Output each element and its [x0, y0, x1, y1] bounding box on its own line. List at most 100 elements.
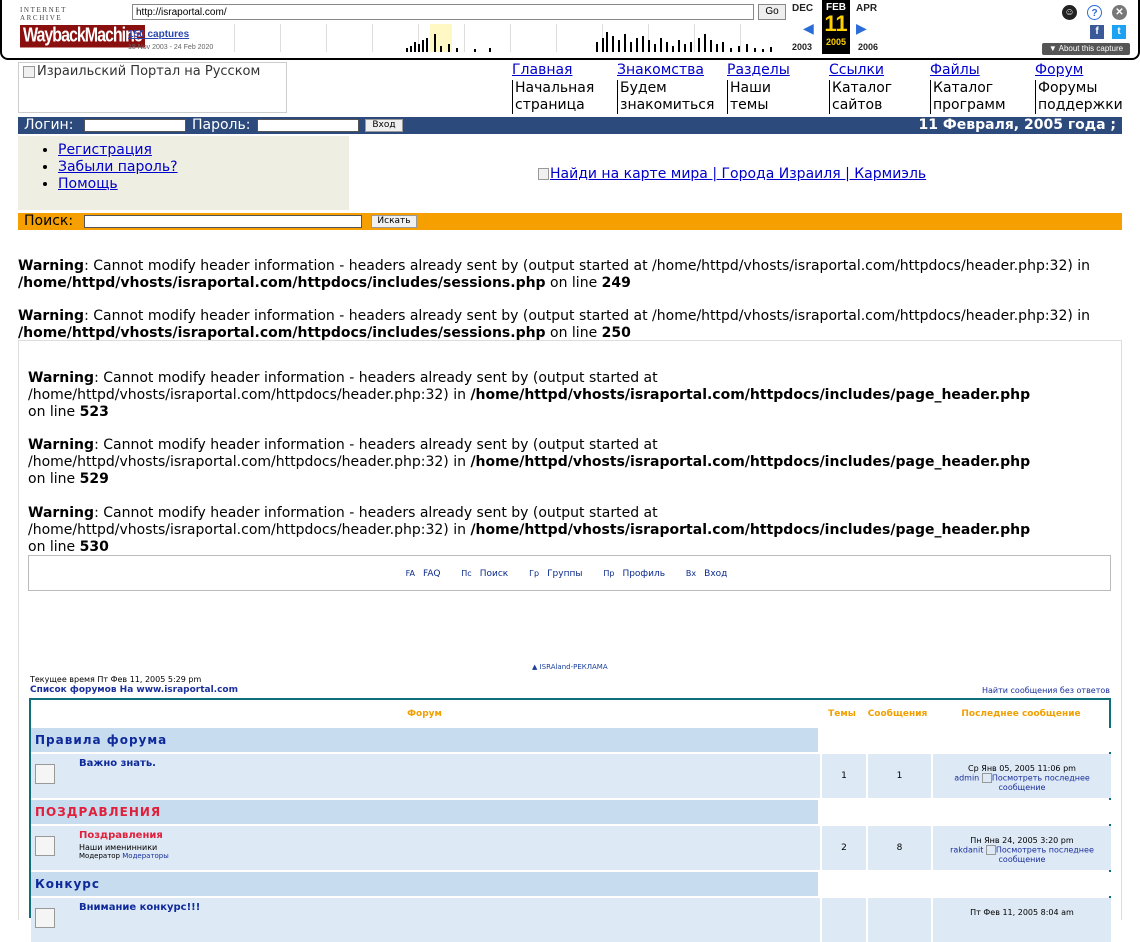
last-post-user[interactable]: rakdanit [950, 846, 983, 855]
sparkline-bar [754, 48, 756, 52]
twitter-icon[interactable]: t [1112, 25, 1126, 39]
forum-title[interactable]: Поздравления [79, 830, 163, 841]
sparkline-bar [406, 48, 408, 52]
sparkline-bar [642, 36, 644, 52]
nav-link-home[interactable]: Главная [512, 62, 594, 78]
warning-message: Warning: Cannot modify header informatio… [28, 437, 1113, 488]
category-spacer [820, 728, 1111, 752]
sparkline-separator [326, 24, 327, 52]
forgot-password-link[interactable]: Забыли пароль? [58, 159, 178, 175]
user-icon[interactable]: ☺ [1062, 5, 1077, 20]
moderator-link[interactable]: Модераторы [122, 852, 169, 860]
nav-link-forum[interactable]: Форум [1035, 62, 1123, 78]
nav-link-links[interactable]: Ссылки [829, 62, 892, 78]
sparkline-separator [464, 24, 465, 52]
banner-link[interactable]: Найди на карте мира | Города Израиля | К… [538, 166, 926, 182]
help-icon[interactable]: ? [1087, 5, 1102, 20]
wayback-go-button[interactable]: Go [758, 4, 786, 20]
sparkline-bar [636, 38, 638, 52]
about-capture-button[interactable]: ▼ About this capture [1042, 43, 1130, 55]
forum-moderator: Модератор Модераторы [79, 852, 169, 860]
profile-icon: Пр [603, 569, 615, 578]
sparkline-bar [602, 38, 604, 52]
wayback-machine-wordmark: WaybackMachine [20, 25, 145, 48]
warning-path: /home/httpd/vhosts/israportal.com/httpdo… [28, 522, 466, 538]
facebook-icon[interactable]: f [1090, 25, 1104, 39]
sparkline-bar [474, 49, 476, 52]
category-greetings[interactable]: ПОЗДРАВЛЕНИЯ [31, 800, 818, 824]
nav-sections: Разделы Наши темы [727, 62, 790, 114]
current-capture-date: FEB 11 2005 [822, 0, 850, 54]
last-post: Пн Янв 24, 2005 3:20 pm rakdanit Посмотр… [931, 826, 1111, 870]
warning-label: Warning [28, 370, 95, 386]
help-link[interactable]: Помощь [58, 176, 118, 192]
forum-index-link[interactable]: Список форумов На www.israportal.com [30, 685, 238, 695]
nav-link-sections[interactable]: Разделы [727, 62, 790, 78]
sparkline-bar [440, 46, 442, 52]
search-link[interactable]: Пс Поиск [461, 569, 514, 579]
sparkline-separator [234, 24, 235, 52]
captures-range: 18 Nov 2003 - 24 Feb 2020 [128, 44, 214, 51]
sparkline-bar [660, 38, 662, 52]
last-post-link[interactable]: Посмотреть последнее сообщение [992, 774, 1090, 793]
posts-count: 8 [866, 826, 931, 870]
wayback-logo[interactable]: INTERNET ARCHIVE WaybackMachine [20, 6, 145, 48]
category-rules[interactable]: Правила форума [31, 728, 818, 752]
wayback-url-input[interactable] [132, 4, 754, 20]
profile-link[interactable]: Пр Профиль [603, 569, 671, 579]
login-link[interactable]: Вх Вход [686, 569, 733, 579]
login-bar: Логин: Пароль: Вход 11 Февраля, 2005 год… [18, 117, 1122, 134]
last-post-link[interactable]: Посмотреть последнее сообщение [996, 846, 1094, 865]
sparkline-bar [678, 40, 680, 52]
posts-count: 1 [866, 754, 931, 798]
close-icon[interactable]: ✕ [1112, 5, 1127, 20]
broken-image-icon [23, 65, 35, 78]
portal-logo[interactable]: Израильский Портал на Русском [18, 62, 287, 113]
sparkline-bar [630, 42, 632, 52]
register-link[interactable]: Регистрация [58, 142, 152, 158]
banner-alt: Найди на карте мира | Города Израиля | К… [550, 166, 927, 182]
faq-link[interactable]: FA FAQ [406, 569, 447, 579]
prev-capture-arrow-icon[interactable]: ◀ [803, 20, 814, 37]
capture-sparkline[interactable] [234, 24, 784, 52]
prev-year-label[interactable]: 2003 [792, 42, 812, 52]
sparkline-bar [710, 40, 712, 52]
groups-link[interactable]: Гр Группы [529, 569, 588, 579]
next-capture-arrow-icon[interactable]: ▶ [856, 20, 867, 37]
password-input[interactable] [257, 119, 359, 132]
current-time: Текущее время Пт Фев 11, 2005 5:29 pm [30, 675, 202, 684]
warning-text: : Cannot modify header information - hea… [84, 308, 1073, 324]
date-text: 11 Февраля, 2005 года ; [918, 117, 1117, 133]
next-year-label[interactable]: 2006 [858, 42, 878, 52]
last-post-user[interactable]: admin [954, 774, 979, 783]
prev-month-label[interactable]: DEC [792, 3, 813, 14]
last-post-date: Пт Фев 11, 2005 8:04 am [970, 908, 1074, 917]
forum-status-icon [35, 836, 55, 856]
next-month-label[interactable]: APR [856, 3, 877, 14]
sparkline-separator [694, 24, 695, 52]
login-button[interactable]: Вход [365, 119, 403, 132]
search-input[interactable] [84, 215, 362, 228]
captures-link[interactable]: 150 captures [128, 29, 189, 40]
category-contest[interactable]: Конкурс [31, 872, 818, 896]
warning-file: /home/httpd/vhosts/israportal.com/httpdo… [18, 275, 546, 291]
nav-desc-1: Каталог [933, 80, 994, 96]
ad-link[interactable]: ▲ ISRAland-РЕКЛАМА [532, 663, 608, 671]
warning-message: Warning: Cannot modify header informatio… [28, 505, 1113, 556]
nav-link-files[interactable]: Файлы [930, 62, 1006, 78]
forum-title[interactable]: Важно знать. [79, 758, 156, 769]
unanswered-posts-link[interactable]: Найти сообщения без ответов [982, 686, 1110, 695]
search-button[interactable]: Искать [371, 215, 417, 228]
broken-image-icon [985, 845, 996, 855]
nav-desc-2: сайтов [832, 97, 883, 113]
forum-title[interactable]: Внимание конкурс!!! [79, 902, 200, 913]
sparkline-bar [414, 42, 416, 52]
topics-count [820, 898, 866, 942]
sparkline-bar [666, 42, 668, 52]
warning-online: on line [28, 404, 76, 420]
nav-link-dating[interactable]: Знакомства [617, 62, 714, 78]
login-input[interactable] [84, 119, 186, 132]
faq-label: FAQ [422, 569, 441, 579]
sparkline-separator [372, 24, 373, 52]
sparkline-bar [434, 34, 436, 52]
